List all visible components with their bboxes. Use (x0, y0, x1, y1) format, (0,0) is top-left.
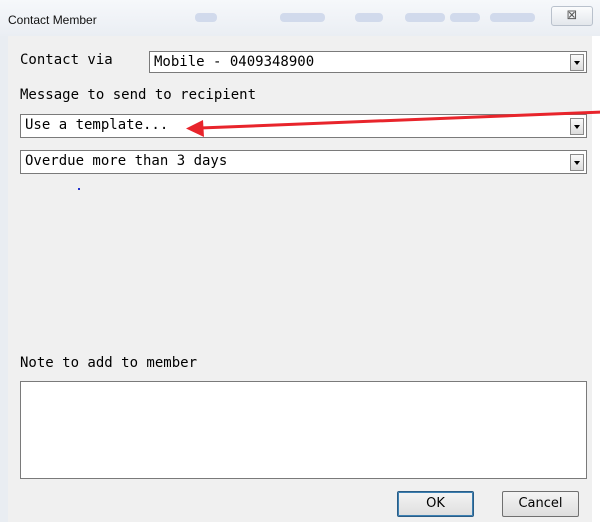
annotation-arrow (186, 110, 600, 137)
annotation-arrow-line (199, 110, 600, 130)
contact-member-dialog: Contact Member ⊠ Contact via Mobile - 04… (0, 0, 600, 522)
annotation-arrow-head (186, 120, 204, 137)
